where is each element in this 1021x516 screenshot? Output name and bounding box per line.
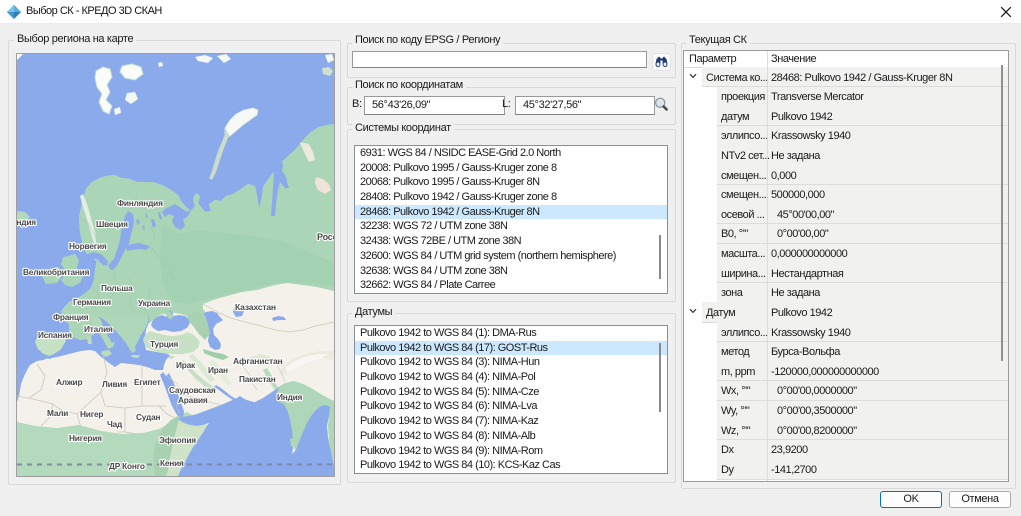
svg-text:Украина: Украина xyxy=(138,298,171,308)
svg-text:ДР Конго: ДР Конго xyxy=(109,461,145,471)
svg-text:Россия: Россия xyxy=(317,232,334,242)
svg-text:Ливия: Ливия xyxy=(102,379,127,389)
svg-text:Кения: Кения xyxy=(160,458,184,468)
svg-text:Чад: Чад xyxy=(107,419,123,429)
svg-text:Италия: Италия xyxy=(84,324,113,334)
svg-text:Франция: Франция xyxy=(53,312,89,322)
svg-text:Казахстан: Казахстан xyxy=(235,302,276,312)
svg-text:Нигерия: Нигерия xyxy=(69,433,102,443)
svg-text:Мали: Мали xyxy=(47,408,68,418)
svg-text:Швеция: Швеция xyxy=(96,219,128,229)
svg-text:Иран: Иран xyxy=(208,365,228,375)
svg-text:Аравия: Аравия xyxy=(178,395,208,405)
svg-text:Саудовская: Саудовская xyxy=(169,385,216,395)
svg-text:Египет: Египет xyxy=(134,377,161,387)
svg-text:ландия: ландия xyxy=(17,217,36,227)
svg-text:Турция: Турция xyxy=(150,339,179,349)
svg-text:Пакистан: Пакистан xyxy=(239,374,276,384)
svg-text:Судан: Судан xyxy=(136,412,160,422)
svg-text:Афганистан: Афганистан xyxy=(233,356,283,366)
svg-text:Индия: Индия xyxy=(277,392,303,402)
svg-text:Эфиопия: Эфиопия xyxy=(159,435,196,445)
svg-text:Нигер: Нигер xyxy=(80,409,103,419)
svg-text:Норвегия: Норвегия xyxy=(69,241,107,251)
svg-text:Германия: Германия xyxy=(73,297,111,307)
svg-text:Польша: Польша xyxy=(101,283,133,293)
svg-text:Великобритания: Великобритания xyxy=(23,267,90,277)
svg-text:Финляндия: Финляндия xyxy=(117,198,163,208)
svg-text:Алжир: Алжир xyxy=(56,377,82,387)
svg-text:Ирак: Ирак xyxy=(176,360,196,370)
svg-text:Испания: Испания xyxy=(38,330,72,340)
